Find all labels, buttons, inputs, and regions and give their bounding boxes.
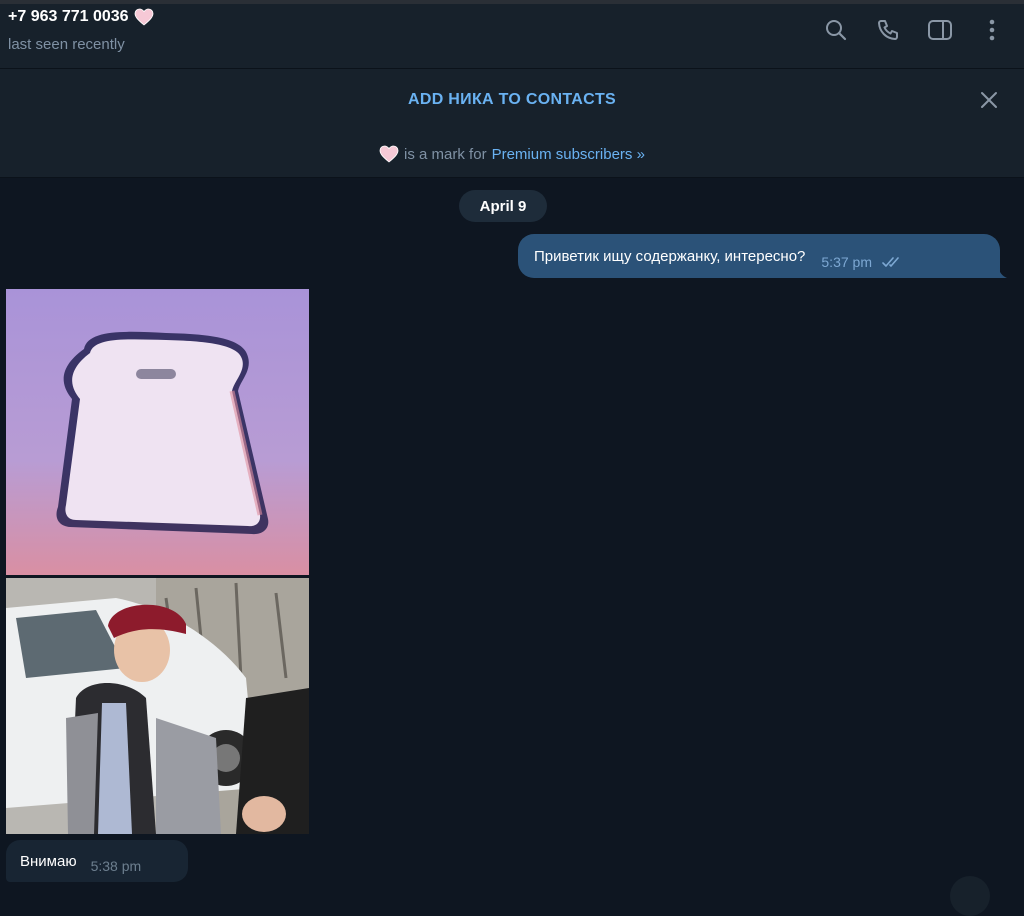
chat-title-text: +7 963 771 0036 [8, 8, 129, 25]
close-icon[interactable] [978, 89, 1000, 111]
read-checkmarks-icon [882, 257, 899, 267]
premium-notice: is a mark for Premium subscribers » [0, 145, 1024, 163]
premium-subscribers-link[interactable]: Premium subscribers » [492, 146, 645, 163]
add-contact-banner: ADD НИКА TO CONTACTS is a mark for Premi… [0, 69, 1024, 178]
message-text: Внимаю [20, 852, 77, 870]
premium-heart-icon [379, 145, 399, 163]
message-time: 5:38 pm [90, 858, 142, 874]
outgoing-message[interactable]: Приветик ищу содержанку, интересно? 5:37… [518, 234, 1000, 278]
incoming-message[interactable]: Внимаю 5:38 pm [6, 840, 188, 882]
sidebar-icon[interactable] [926, 16, 954, 44]
photo-image[interactable] [6, 578, 309, 834]
header-actions [822, 16, 1006, 44]
phone-icon[interactable] [874, 16, 902, 44]
sticker-bread-image[interactable] [6, 289, 309, 575]
premium-notice-text: is a mark for [404, 145, 487, 163]
bubble-tail [996, 266, 1007, 278]
date-separator: April 9 [459, 190, 547, 222]
scroll-down-button[interactable] [950, 876, 990, 916]
window-strip [0, 0, 1024, 4]
more-icon[interactable] [978, 16, 1006, 44]
message-text: Приветик ищу содержанку, интересно? [534, 247, 806, 265]
search-icon[interactable] [822, 16, 850, 44]
message-time: 5:37 pm [821, 254, 872, 270]
premium-heart-icon [134, 8, 153, 26]
chat-header: +7 963 771 0036 last seen recently [0, 0, 1024, 69]
add-contact-button[interactable]: ADD НИКА TO CONTACTS [0, 91, 1024, 109]
last-seen-status: last seen recently [8, 36, 125, 53]
chat-title[interactable]: +7 963 771 0036 [8, 8, 154, 26]
